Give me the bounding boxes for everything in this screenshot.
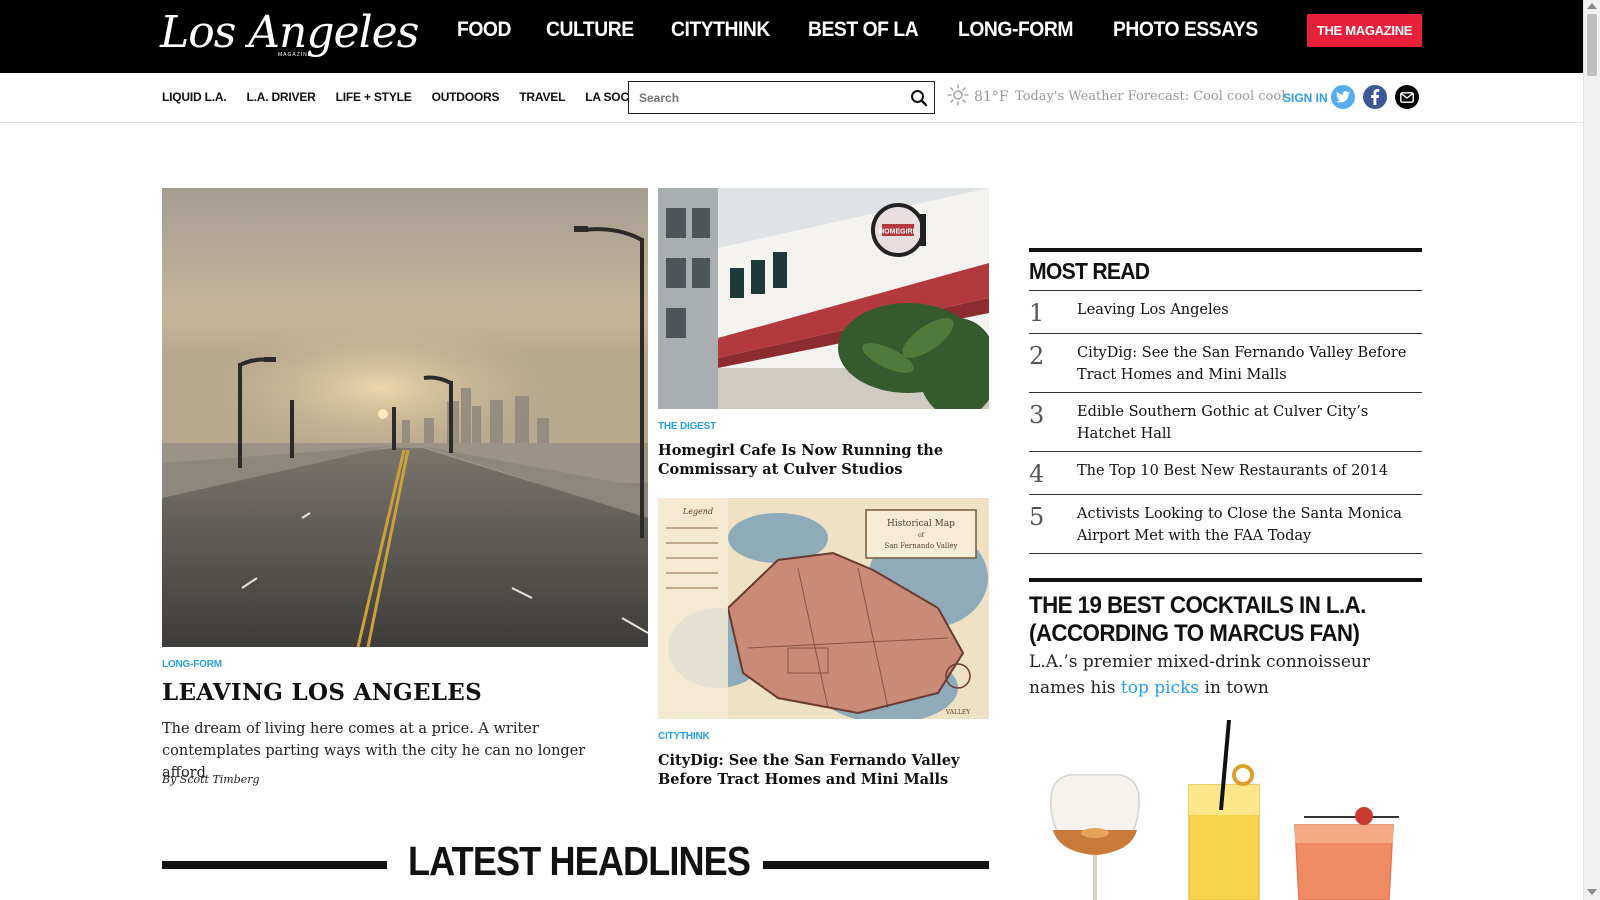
most-read-title[interactable]: Activists Looking to Close the Santa Mon…: [1077, 503, 1422, 547]
svg-text:Historical Map: Historical Map: [887, 519, 955, 529]
sign-in-link[interactable]: SIGN IN: [1283, 91, 1328, 105]
most-read-rank: 1: [1029, 299, 1045, 327]
promo-dek-text-end: in town: [1199, 678, 1269, 698]
most-read-item[interactable]: 3 Edible Southern Gothic at Culver City’…: [1029, 393, 1422, 452]
homegirl-cafe-image[interactable]: HOMEGIRL: [658, 188, 989, 409]
top-picks-link[interactable]: top picks: [1121, 678, 1199, 698]
subnav-item-liquid-la[interactable]: LIQUID L.A.: [162, 90, 227, 104]
hero-byline: By Scott Timberg: [162, 773, 260, 786]
most-read-rank: 3: [1029, 401, 1045, 429]
nav-item-culture[interactable]: CULTURE: [546, 18, 634, 42]
promo-top-rule: [1029, 578, 1422, 582]
sub-nav: LIQUID L.A. L.A. DRIVER LIFE + STYLE OUT…: [162, 90, 668, 104]
hero-headline[interactable]: LEAVING LOS ANGELES: [162, 679, 482, 706]
cocktails-image[interactable]: [1029, 720, 1422, 900]
homegirl-sign-text: HOMEGIRL: [879, 229, 917, 236]
card-category-the-digest[interactable]: THE DIGEST: [658, 421, 716, 432]
weather-forecast: Today's Weather Forecast: Cool cool cool: [1015, 89, 1286, 104]
latest-headlines-heading: LATEST HEADLINES: [408, 838, 751, 884]
main-nav: FOOD CULTURE CITYTHINK BEST OF LA LONG-F…: [457, 18, 1301, 42]
search-icon[interactable]: [910, 89, 928, 112]
sun-icon: [947, 84, 969, 111]
promo-headline-line2[interactable]: (ACCORDING TO MARCUS FAN): [1029, 620, 1360, 647]
hero-image-empty-bridge-downtown-la[interactable]: [162, 188, 648, 647]
top-navigation-bar: Los Angeles MAGAZINE FOOD CULTURE CITYTH…: [0, 0, 1583, 73]
most-read-title[interactable]: Edible Southern Gothic at Culver City’s …: [1077, 401, 1422, 445]
card-headline-homegirl-cafe[interactable]: Homegirl Cafe Is Now Running the Commiss…: [658, 441, 993, 479]
scroll-down-arrow-icon[interactable]: [1587, 889, 1597, 895]
card-headline-citydig[interactable]: CityDig: See the San Fernando Valley Bef…: [658, 751, 993, 789]
most-read-heading: MOST READ: [1029, 258, 1150, 284]
subnav-item-outdoors[interactable]: OUTDOORS: [432, 90, 500, 104]
most-read-item[interactable]: 5 Activists Looking to Close the Santa M…: [1029, 495, 1422, 554]
subnav-item-travel[interactable]: TRAVEL: [519, 90, 565, 104]
most-read-rank: 2: [1029, 342, 1045, 370]
most-read-title[interactable]: The Top 10 Best New Restaurants of 2014: [1077, 460, 1422, 488]
site-logo[interactable]: Los Angeles: [160, 8, 419, 58]
search-box: [628, 81, 935, 114]
most-read-top-rule: [1029, 248, 1422, 252]
weather-temperature: 81°F: [974, 89, 1009, 105]
facebook-icon[interactable]: [1363, 85, 1387, 109]
map-footer-label: VALLEY: [945, 709, 972, 716]
nav-item-photo-essays[interactable]: PHOTO ESSAYS: [1113, 18, 1258, 42]
map-legend-label: Legend: [682, 507, 713, 516]
nav-item-long-form[interactable]: LONG-FORM: [958, 18, 1073, 42]
card-category-citythink[interactable]: CITYTHINK: [658, 731, 710, 742]
nav-item-best-of-la[interactable]: BEST OF LA: [808, 18, 919, 42]
subnav-item-la-driver[interactable]: L.A. DRIVER: [246, 90, 315, 104]
the-magazine-button[interactable]: THE MAGAZINE: [1307, 14, 1422, 47]
promo-headline-line1[interactable]: THE 19 BEST COCKTAILS IN L.A.: [1029, 592, 1366, 619]
site-logo-subtext: MAGAZINE: [278, 52, 313, 58]
nav-item-citythink[interactable]: CITYTHINK: [671, 18, 770, 42]
most-read-title[interactable]: CityDig: See the San Fernando Valley Bef…: [1077, 342, 1422, 386]
promo-dek: L.A.’s premier mixed-drink connoisseur n…: [1029, 649, 1422, 701]
email-icon[interactable]: [1395, 85, 1419, 109]
section-divider-right: [763, 861, 989, 869]
scroll-up-arrow-icon[interactable]: [1587, 3, 1597, 9]
page-scrollbar[interactable]: [1583, 0, 1600, 900]
svg-text:of: of: [918, 532, 925, 539]
subnav-item-life-style[interactable]: LIFE + STYLE: [336, 90, 412, 104]
svg-text:San Fernando Valley: San Fernando Valley: [885, 542, 958, 550]
most-read-rank: 5: [1029, 503, 1045, 531]
section-divider-left: [162, 861, 387, 869]
twitter-icon[interactable]: [1331, 85, 1355, 109]
hero-category-label[interactable]: LONG-FORM: [162, 659, 222, 670]
scrollbar-thumb[interactable]: [1587, 14, 1597, 76]
most-read-title[interactable]: Leaving Los Angeles: [1077, 299, 1422, 327]
secondary-navigation-bar: LIQUID L.A. L.A. DRIVER LIFE + STYLE OUT…: [0, 73, 1583, 123]
san-fernando-valley-historical-map-image[interactable]: Legend Historical Map of San Fernando Va…: [658, 498, 989, 719]
most-read-item[interactable]: 1 Leaving Los Angeles: [1029, 291, 1422, 334]
most-read-list: 1 Leaving Los Angeles 2 CityDig: See the…: [1029, 290, 1422, 554]
search-input[interactable]: [637, 90, 897, 106]
most-read-item[interactable]: 4 The Top 10 Best New Restaurants of 201…: [1029, 452, 1422, 495]
promo-headline[interactable]: THE 19 BEST COCKTAILS IN L.A. (ACCORDING…: [1029, 592, 1394, 648]
nav-item-food[interactable]: FOOD: [457, 18, 511, 42]
most-read-item[interactable]: 2 CityDig: See the San Fernando Valley B…: [1029, 334, 1422, 393]
most-read-rank: 4: [1029, 460, 1045, 488]
